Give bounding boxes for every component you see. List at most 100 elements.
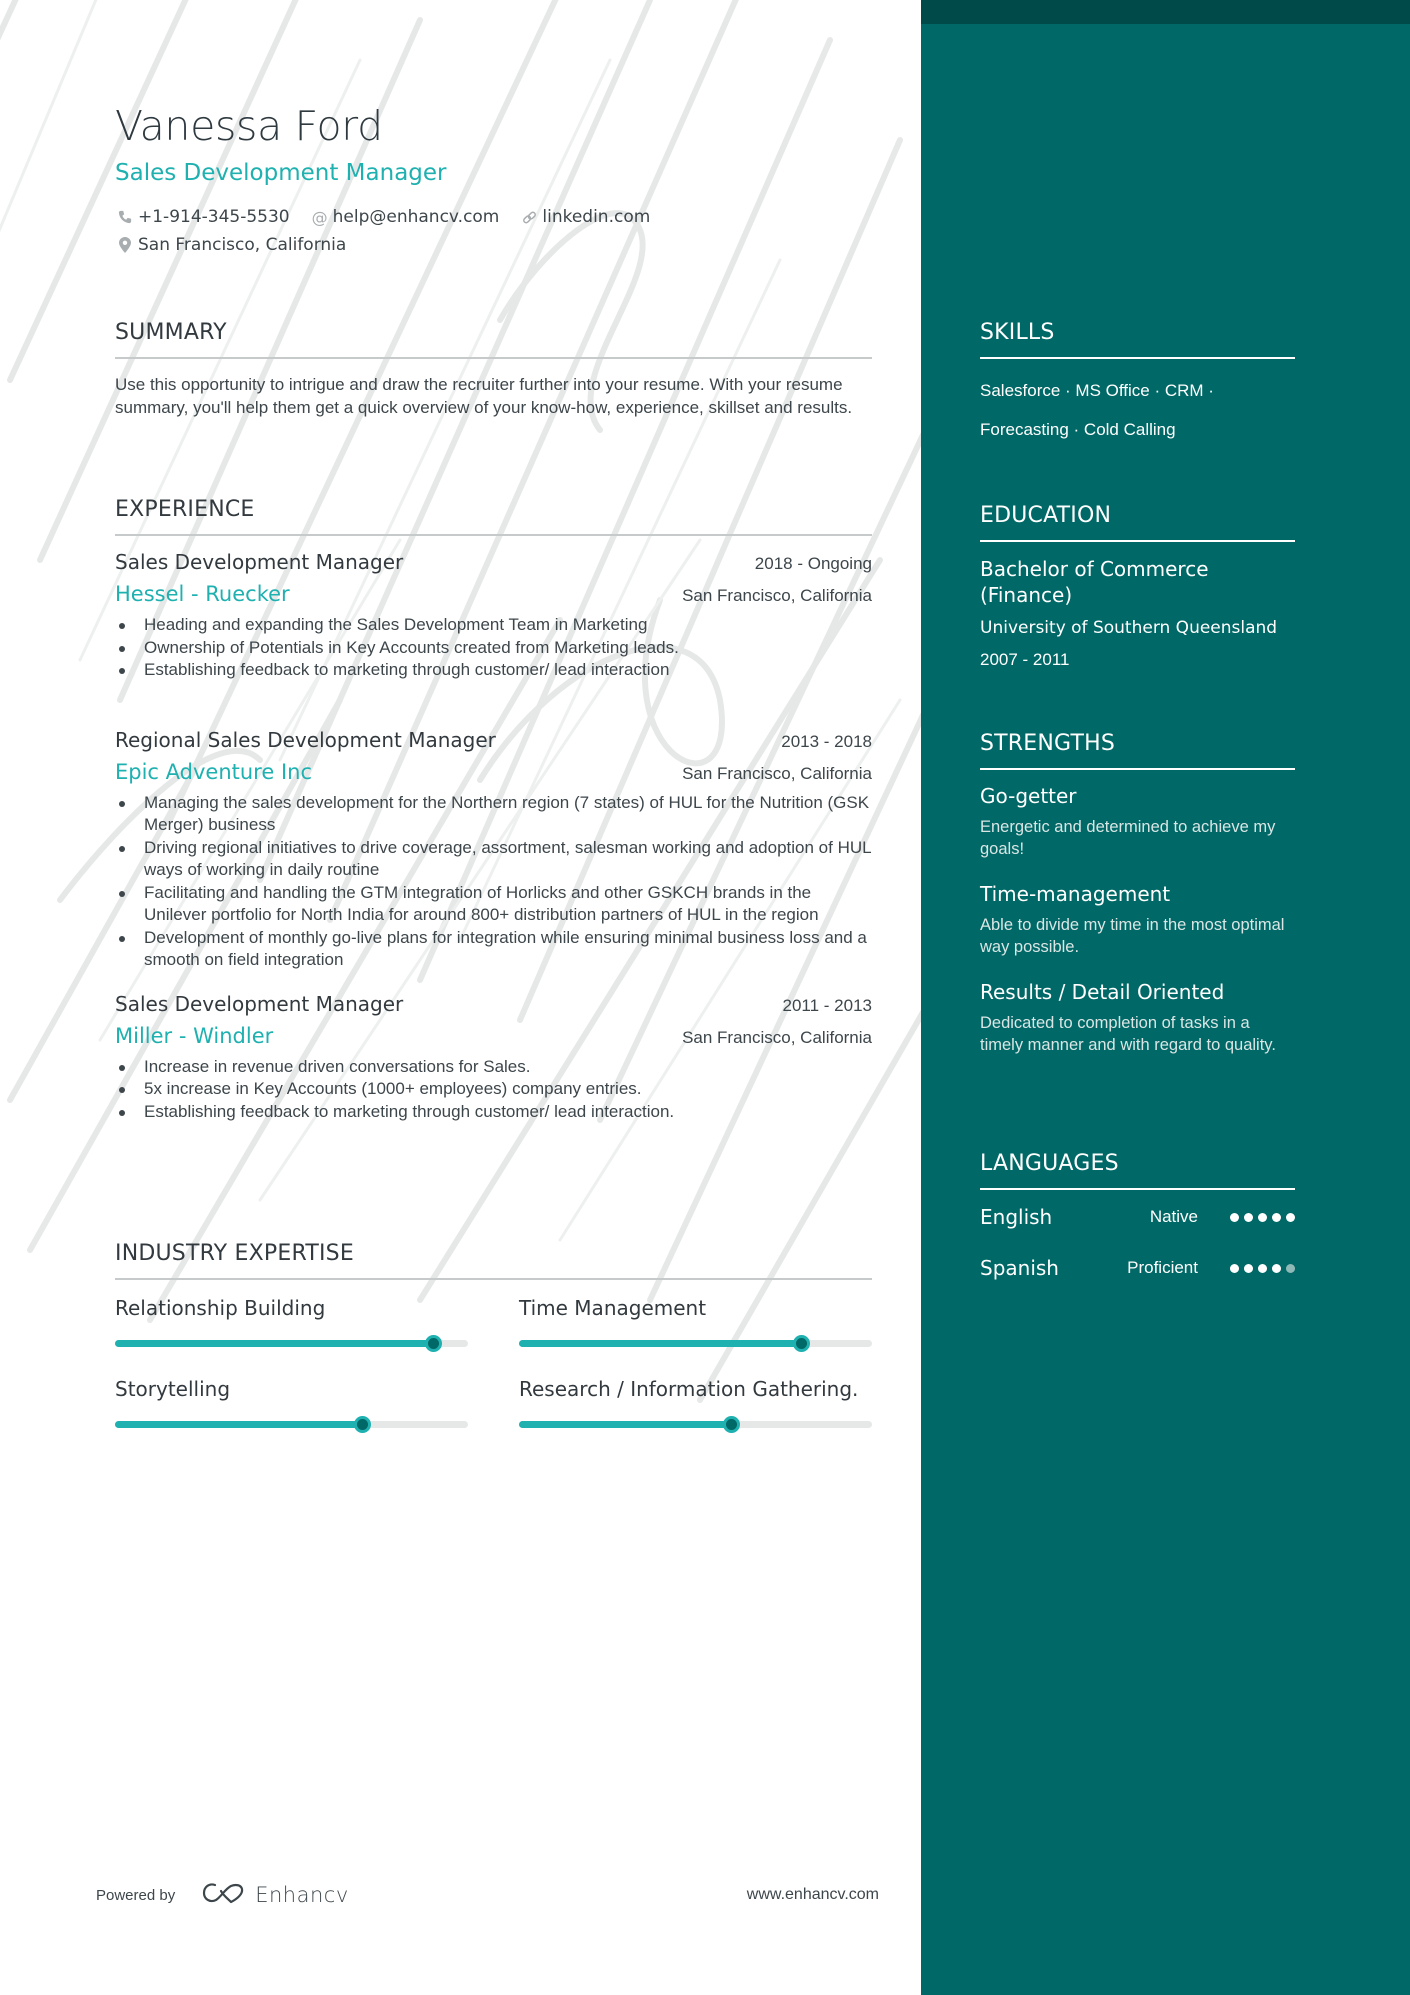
strengths-title: STRENGTHS bbox=[980, 731, 1116, 756]
expertise-bar-knob bbox=[424, 1335, 442, 1352]
link-icon bbox=[519, 207, 539, 227]
strength-title: Time-management bbox=[980, 882, 1171, 906]
job-bullet: Ownership of Potentials in Key Accounts … bbox=[115, 637, 875, 660]
language-rating bbox=[1230, 1263, 1295, 1273]
job-dates: 2013 - 2018 bbox=[781, 731, 872, 751]
job-bullet: Facilitating and handling the GTM integr… bbox=[115, 882, 872, 927]
language-name: English bbox=[980, 1205, 1053, 1229]
summary-section: SUMMARY Use this opportunity to intrigue… bbox=[115, 320, 872, 419]
powered-by-label: Powered by bbox=[96, 1886, 176, 1904]
contact-link[interactable]: linkedin.com bbox=[519, 206, 650, 228]
job-title: Sales Development Manager bbox=[115, 991, 404, 1016]
sidebar-top-band bbox=[921, 0, 1410, 24]
rating-dot-filled bbox=[1230, 1212, 1239, 1222]
job-bullet: Establishing feedback to marketing throu… bbox=[115, 1101, 872, 1124]
expertise-item: Relationship Building bbox=[115, 1296, 468, 1352]
section-divider bbox=[115, 357, 872, 359]
expertise-bar-fill bbox=[519, 1421, 731, 1428]
expertise-label: Relationship Building bbox=[115, 1296, 326, 1320]
strength-item: Results / Detail Oriented Dedicated to c… bbox=[980, 980, 1295, 1056]
job-title: Regional Sales Development Manager bbox=[115, 727, 496, 752]
expertise-grid: Relationship Building Time Management St… bbox=[115, 1296, 872, 1433]
expertise-bar-knob bbox=[793, 1335, 811, 1352]
strength-description: Able to divide my time in the most optim… bbox=[980, 916, 1285, 956]
rating-dot-empty bbox=[1286, 1263, 1295, 1273]
job-bullets: Heading and expanding the Sales Developm… bbox=[115, 614, 679, 682]
rating-dot-filled bbox=[1272, 1263, 1281, 1273]
job-company: Epic Adventure Inc bbox=[115, 759, 312, 784]
education-dates: 2007 - 2011 bbox=[980, 650, 1070, 669]
contact-location: San Francisco, California bbox=[115, 234, 715, 256]
link-text: linkedin.com bbox=[542, 207, 651, 227]
education-title: EDUCATION bbox=[980, 503, 1112, 528]
phone-text: +1-914-345-5530 bbox=[138, 207, 290, 227]
section-divider bbox=[115, 1278, 872, 1280]
strength-description: Energetic and determined to achieve my g… bbox=[980, 818, 1276, 858]
job-bullets: Increase in revenue driven conversations… bbox=[115, 1056, 872, 1124]
experience-section: EXPERIENCE Sales Development Manager 201… bbox=[115, 497, 872, 1123]
job-bullet: Establishing feedback to marketing throu… bbox=[115, 659, 675, 682]
expertise-label: Storytelling bbox=[115, 1377, 231, 1401]
expertise-bar bbox=[519, 1335, 872, 1352]
expertise-title: INDUSTRY EXPERTISE bbox=[115, 1241, 354, 1266]
rating-dot-filled bbox=[1230, 1263, 1239, 1273]
job-location: San Francisco, California bbox=[682, 1027, 872, 1047]
rating-dot-filled bbox=[1244, 1263, 1253, 1273]
job-bullet: Driving regional initiatives to drive co… bbox=[115, 837, 872, 882]
expertise-bar bbox=[115, 1335, 468, 1352]
expertise-bar-knob bbox=[354, 1416, 372, 1433]
enhancv-brand[interactable]: Enhancv bbox=[201, 1881, 349, 1910]
website-link[interactable]: www.enhancv.com bbox=[747, 1886, 879, 1904]
summary-text: Use this opportunity to intrigue and dra… bbox=[115, 375, 853, 417]
strength-title: Go-getter bbox=[980, 784, 1077, 808]
skills-line: Salesforce · MS Office · CRM · bbox=[980, 381, 1214, 400]
job-bullet: Heading and expanding the Sales Developm… bbox=[115, 614, 675, 637]
strength-item: Time-management Able to divide my time i… bbox=[980, 882, 1295, 958]
job-company: Hessel - Ruecker bbox=[115, 582, 290, 606]
industry-expertise-section: INDUSTRY EXPERTISE Relationship Building… bbox=[115, 1241, 872, 1433]
section-divider bbox=[980, 1188, 1295, 1190]
expertise-label: Time Management bbox=[519, 1296, 707, 1320]
skills-section: SKILLS Salesforce · MS Office · CRM · Fo… bbox=[980, 320, 1295, 449]
job-bullet: 5x increase in Key Accounts (1000+ emplo… bbox=[115, 1078, 872, 1101]
expertise-bar bbox=[519, 1416, 872, 1433]
expertise-item: Storytelling bbox=[115, 1377, 468, 1433]
contact-phone[interactable]: +1-914-345-5530 bbox=[115, 206, 290, 228]
language-item: English Native bbox=[980, 1204, 1295, 1230]
education-school: University of Southern Queensland bbox=[980, 618, 1278, 638]
languages-section: LANGUAGES English Native Spanish Profici… bbox=[980, 1151, 1295, 1281]
contact-info: +1-914-345-5530 @ help@enhancv.com linke… bbox=[115, 206, 735, 256]
email-text: help@enhancv.com bbox=[332, 207, 500, 227]
rating-dot-filled bbox=[1258, 1263, 1267, 1273]
rating-dot-filled bbox=[1244, 1212, 1253, 1222]
strengths-section: STRENGTHS Go-getter Energetic and determ… bbox=[980, 731, 1295, 1056]
languages-title: LANGUAGES bbox=[980, 1151, 1119, 1176]
location-text: San Francisco, California bbox=[138, 235, 347, 255]
skills-line: Forecasting · Cold Calling bbox=[980, 420, 1176, 439]
summary-title: SUMMARY bbox=[115, 320, 227, 345]
expertise-item: Research / Information Gathering. bbox=[519, 1377, 872, 1433]
job-location: San Francisco, California bbox=[682, 763, 872, 783]
expertise-bar-fill bbox=[519, 1340, 802, 1347]
strength-description: Dedicated to completion of tasks in a ti… bbox=[980, 1014, 1276, 1054]
strength-title: Results / Detail Oriented bbox=[980, 980, 1225, 1004]
job-bullets: Managing the sales development for the N… bbox=[115, 792, 872, 972]
sidebar: SKILLS Salesforce · MS Office · CRM · Fo… bbox=[921, 0, 1410, 1995]
strength-item: Go-getter Energetic and determined to ac… bbox=[980, 784, 1295, 860]
job-location: San Francisco, California bbox=[682, 586, 872, 605]
job-bullet: Development of monthly go-live plans for… bbox=[115, 927, 872, 972]
section-divider bbox=[115, 534, 872, 536]
contact-email[interactable]: @ help@enhancv.com bbox=[310, 206, 500, 228]
job-company: Miller - Windler bbox=[115, 1023, 274, 1048]
skills-title: SKILLS bbox=[980, 320, 1055, 345]
language-name: Spanish bbox=[980, 1256, 1059, 1280]
enhancv-logo-icon bbox=[201, 1881, 247, 1910]
language-level: Proficient bbox=[1127, 1258, 1198, 1277]
skills-list: Salesforce · MS Office · CRM · Forecasti… bbox=[980, 371, 1295, 449]
footer: Powered by Enhancv www.enhancv.com bbox=[96, 1880, 879, 1910]
job-bullet: Managing the sales development for the N… bbox=[115, 792, 872, 837]
phone-icon bbox=[115, 207, 135, 227]
education-degree: Bachelor of Commerce (Finance) bbox=[980, 557, 1209, 607]
education-section: EDUCATION Bachelor of Commerce (Finance)… bbox=[980, 503, 1295, 670]
section-divider bbox=[980, 357, 1295, 359]
